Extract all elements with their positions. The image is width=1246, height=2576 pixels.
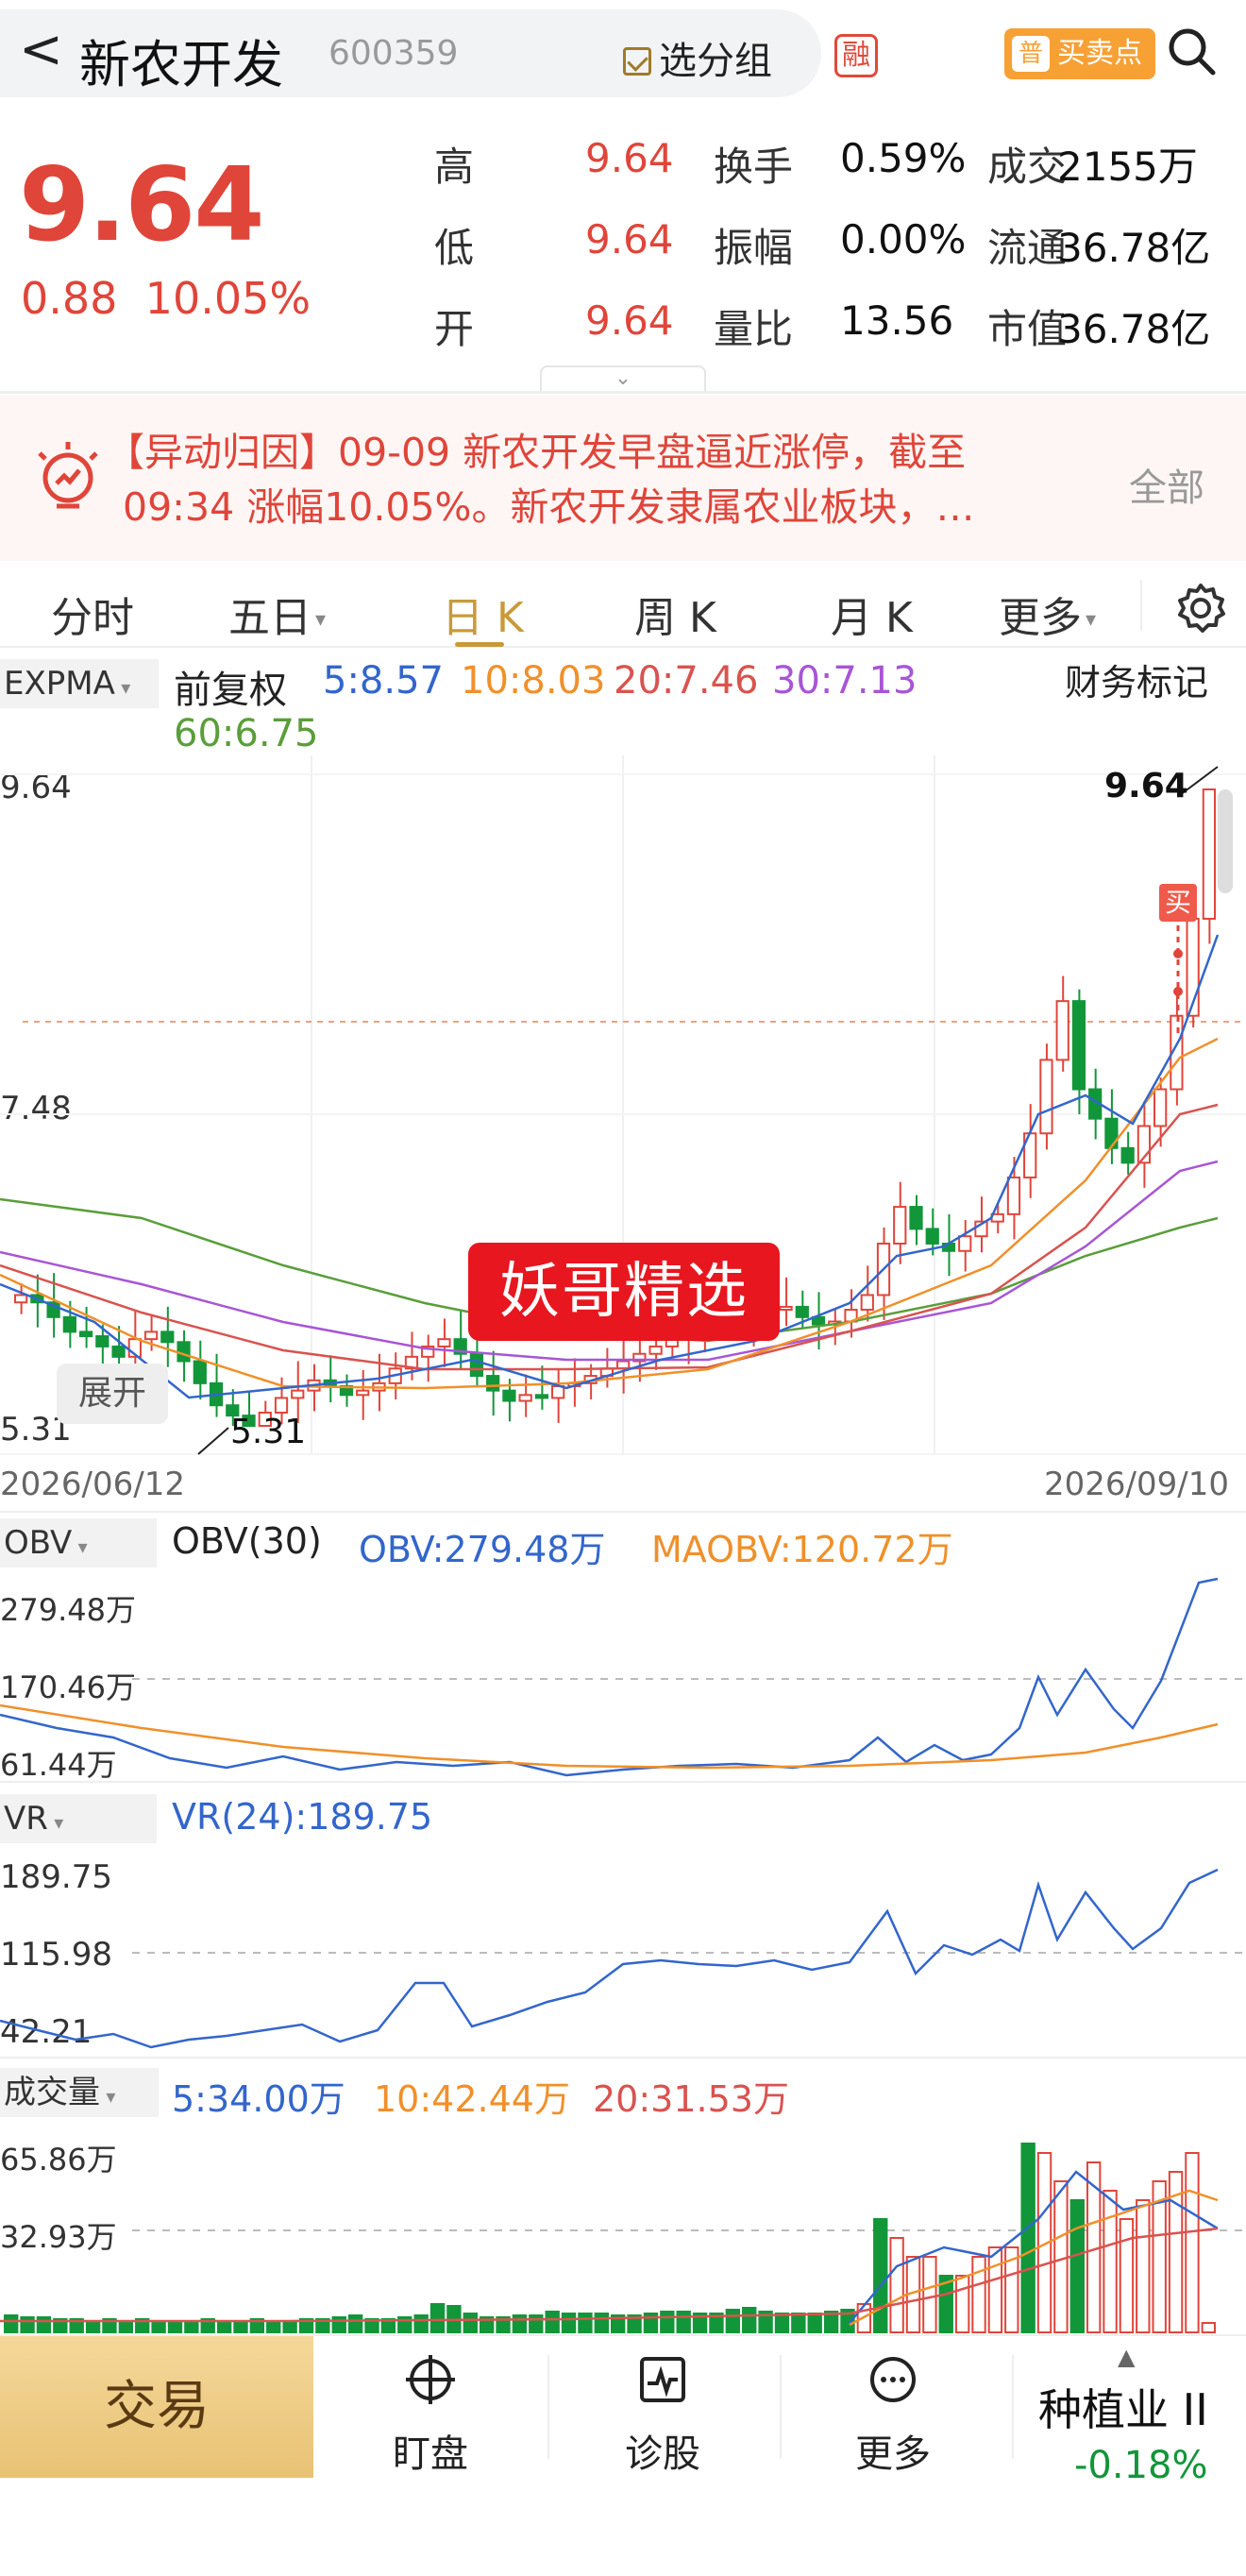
volume-bar — [725, 2309, 741, 2333]
sector-name[interactable]: 种植业 II — [1038, 2376, 1208, 2438]
volume-bar — [413, 2314, 429, 2333]
volume-bar — [922, 2256, 937, 2333]
volume-bar — [463, 2313, 478, 2333]
volume-bar — [118, 2320, 134, 2333]
volume-bar — [807, 2313, 822, 2333]
volume-bar — [791, 2313, 806, 2333]
volume-bar — [529, 2314, 544, 2333]
volume-bar — [1103, 2190, 1118, 2333]
volume-bar — [676, 2311, 691, 2333]
volume-bar — [20, 2316, 35, 2333]
target-icon — [406, 2355, 455, 2404]
volume-bar — [578, 2313, 593, 2333]
more-button[interactable]: 更多 — [817, 2347, 968, 2478]
volume-bar — [347, 2314, 363, 2333]
volume-bar — [987, 2246, 1003, 2333]
volume-bar — [1053, 2180, 1069, 2333]
more-dots-icon — [870, 2357, 916, 2402]
volume-bar — [1069, 2199, 1085, 2333]
volume-bar — [4, 2314, 19, 2333]
volume-bar — [774, 2313, 790, 2333]
more-label: 更多 — [855, 2432, 931, 2476]
volume-bar — [184, 2320, 199, 2333]
volume-bar — [282, 2320, 297, 2333]
volume-bar — [1136, 2199, 1151, 2333]
volume-bar — [971, 2256, 986, 2333]
pulse-icon — [640, 2357, 685, 2402]
volume-bar — [167, 2320, 183, 2333]
diagnose-button[interactable]: 诊股 — [587, 2347, 738, 2478]
volume-bar — [85, 2320, 101, 2333]
volume-bar — [742, 2307, 757, 2333]
volume-bar — [954, 2275, 970, 2333]
volume-chart — [0, 2143, 1246, 2333]
volume-bar — [429, 2303, 446, 2333]
diagnose-label: 诊股 — [625, 2432, 700, 2476]
sector-change: -0.18% — [1074, 2444, 1208, 2487]
volume-bar — [889, 2237, 904, 2333]
volume-bar — [545, 2311, 560, 2333]
trade-button[interactable]: 交易 — [0, 2336, 313, 2478]
volume-bar — [1020, 2143, 1036, 2333]
volume-bar — [1201, 2322, 1216, 2333]
volume-bar — [1185, 2152, 1200, 2333]
volume-bar — [660, 2311, 675, 2333]
volume-bar — [512, 2314, 528, 2333]
volume-bar — [594, 2313, 610, 2333]
chevron-up-icon: ▲ — [1118, 2344, 1136, 2370]
volume-bar — [233, 2320, 248, 2333]
volume-bar — [151, 2320, 166, 2333]
bottom-toolbar: 交易 盯盘 诊股 更多 ▲ 种植业 II -0.18% — [0, 2334, 1246, 2576]
watch-label: 盯盘 — [393, 2432, 468, 2476]
volume-bar — [266, 2320, 281, 2333]
volume-bar — [561, 2313, 577, 2333]
volume-bar — [1119, 2218, 1135, 2333]
volume-bar — [216, 2320, 232, 2333]
volume-bar — [36, 2316, 52, 2333]
watch-button[interactable]: 盯盘 — [355, 2347, 506, 2478]
volume-bar — [873, 2218, 888, 2333]
